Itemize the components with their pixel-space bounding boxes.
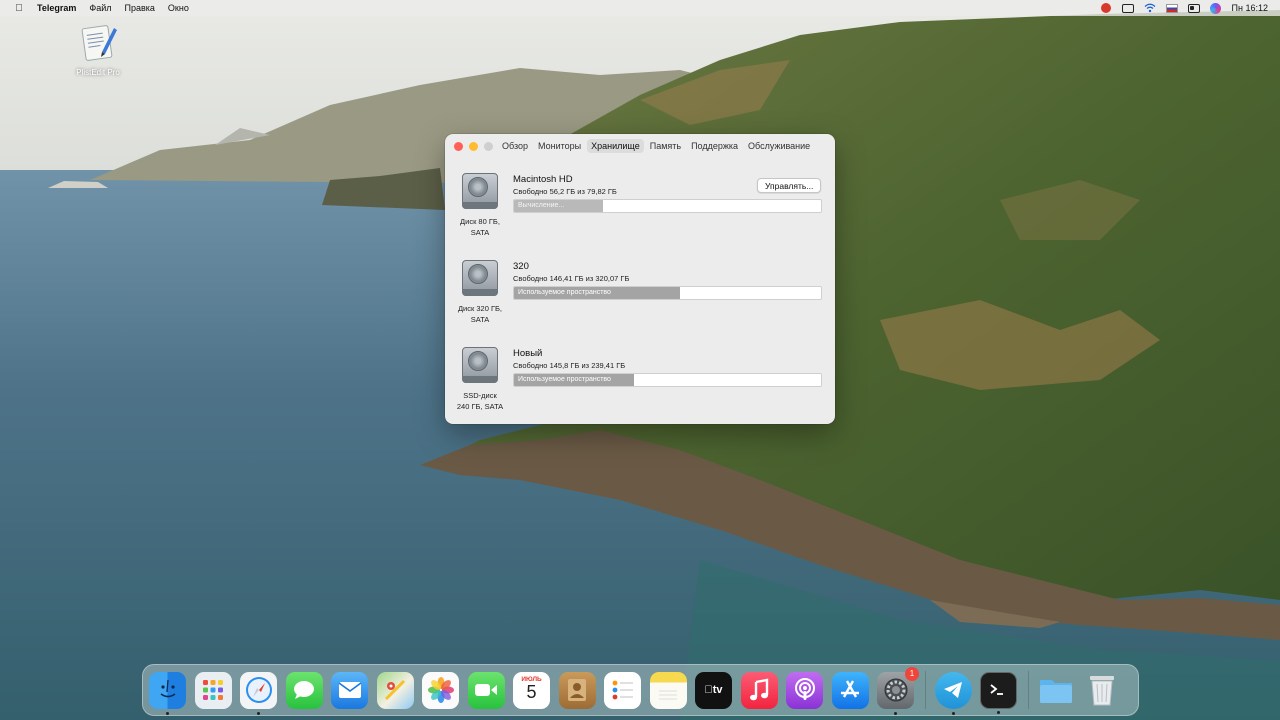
terminal-icon[interactable]	[980, 671, 1017, 714]
desktop-icon-label: PlistEdit Pro	[76, 68, 120, 77]
messages-icon[interactable]	[285, 671, 323, 709]
music-icon[interactable]	[740, 671, 778, 709]
window-titlebar[interactable]: Обзор Мониторы Хранилище Память Поддержк…	[445, 134, 835, 158]
display-icon[interactable]	[1121, 3, 1134, 13]
reminders-icon[interactable]	[604, 671, 641, 709]
antivirus-icon[interactable]	[1100, 3, 1112, 13]
apple-menu-icon[interactable]: 	[14, 3, 24, 14]
drive-caption: Диск 320 ГБ, SATA	[457, 304, 503, 324]
storage-bar-label: Вычисление...	[518, 202, 565, 209]
tab-memory[interactable]: Память	[646, 139, 685, 153]
window-tabs: Обзор Мониторы Хранилище Память Поддержк…	[498, 139, 814, 153]
siri-icon[interactable]	[1210, 2, 1222, 14]
safari-icon[interactable]	[240, 671, 277, 715]
mail-icon[interactable]	[331, 671, 368, 709]
storage-usage-bar: Используемое пространство	[513, 286, 822, 300]
notes-icon[interactable]	[649, 671, 687, 709]
storage-drive-row: SSD-диск 240 ГБ, SATA Новый Свободно 145…	[445, 345, 835, 424]
keyboard-flag-icon[interactable]	[1165, 3, 1178, 13]
window-minimize-button[interactable]	[469, 142, 478, 151]
about-this-mac-window: Обзор Мониторы Хранилище Память Поддержк…	[445, 134, 835, 424]
dock: ИЮЛЬ 5 tv 1	[142, 664, 1139, 716]
drive-name: Новый	[513, 348, 543, 359]
calendar-icon[interactable]: ИЮЛЬ 5	[513, 671, 550, 709]
desktop-icon-plistedit[interactable]: PlistEdit Pro	[66, 22, 130, 77]
contacts-icon[interactable]	[558, 671, 596, 709]
facetime-icon[interactable]	[467, 671, 505, 709]
app-store-icon[interactable]	[831, 671, 869, 709]
menu-bar:  Telegram Файл Правка Окно Пн 16:12	[0, 0, 1280, 16]
tab-overview[interactable]: Обзор	[498, 139, 532, 153]
drive-free-space: Свободно 56,2 ГБ из 79,82 ГБ	[513, 187, 617, 196]
plistedit-app-icon	[78, 22, 118, 62]
drive-free-space: Свободно 145,8 ГБ из 239,41 ГБ	[513, 361, 626, 370]
drive-name: 320	[513, 261, 529, 272]
launchpad-icon[interactable]	[194, 671, 232, 709]
tab-storage[interactable]: Хранилище	[587, 139, 644, 153]
drive-free-space: Свободно 146,41 ГБ из 320,07 ГБ	[513, 274, 630, 283]
dock-separator	[1027, 671, 1029, 709]
downloads-folder-icon[interactable]	[1038, 672, 1075, 709]
drive-caption: Диск 80 ГБ, SATA	[460, 217, 500, 237]
system-preferences-icon[interactable]: 1	[877, 666, 919, 715]
window-close-button[interactable]	[454, 142, 463, 151]
settings-badge: 1	[905, 666, 919, 681]
hard-drive-icon	[459, 171, 501, 213]
apple-tv-icon[interactable]: tv	[695, 671, 732, 709]
menu-edit[interactable]: Правка	[125, 3, 155, 13]
calendar-day: 5	[526, 682, 537, 702]
manage-button[interactable]: Управлять...	[757, 178, 822, 193]
photos-icon[interactable]	[422, 671, 459, 709]
tab-support[interactable]: Поддержка	[687, 139, 742, 153]
storage-bar-label: Используемое пространство	[518, 289, 611, 296]
telegram-icon[interactable]	[934, 671, 972, 715]
storage-drive-row: Диск 320 ГБ, SATA 320 Свободно 146,41 ГБ…	[445, 258, 835, 340]
window-zoom-button[interactable]	[484, 142, 493, 151]
ssd-drive-icon	[459, 345, 501, 387]
drive-name: Macintosh HD	[513, 174, 573, 185]
storage-bar-label: Используемое пространство	[518, 376, 611, 383]
dock-separator	[924, 671, 926, 709]
wifi-icon[interactable]	[1144, 3, 1156, 13]
hard-drive-icon	[459, 258, 501, 300]
drive-caption: SSD-диск 240 ГБ, SATA	[456, 391, 504, 411]
menu-window[interactable]: Окно	[168, 3, 189, 13]
control-center-icon[interactable]	[1187, 3, 1200, 13]
maps-icon[interactable]	[376, 671, 414, 709]
finder-icon[interactable]	[149, 671, 186, 715]
tab-service[interactable]: Обслуживание	[744, 139, 814, 153]
storage-drive-row: Диск 80 ГБ, SATA Macintosh HD Свободно 5…	[445, 171, 835, 253]
storage-usage-bar: Вычисление...	[513, 199, 822, 213]
tab-displays[interactable]: Мониторы	[534, 139, 585, 153]
podcasts-icon[interactable]	[786, 671, 823, 709]
trash-icon[interactable]	[1083, 672, 1120, 709]
menu-app-name[interactable]: Telegram	[37, 3, 76, 13]
menu-clock[interactable]: Пн 16:12	[1232, 3, 1268, 13]
menu-file[interactable]: Файл	[89, 3, 111, 13]
storage-usage-bar: Используемое пространство	[513, 373, 822, 387]
apple-tv-label: tv	[704, 684, 722, 696]
